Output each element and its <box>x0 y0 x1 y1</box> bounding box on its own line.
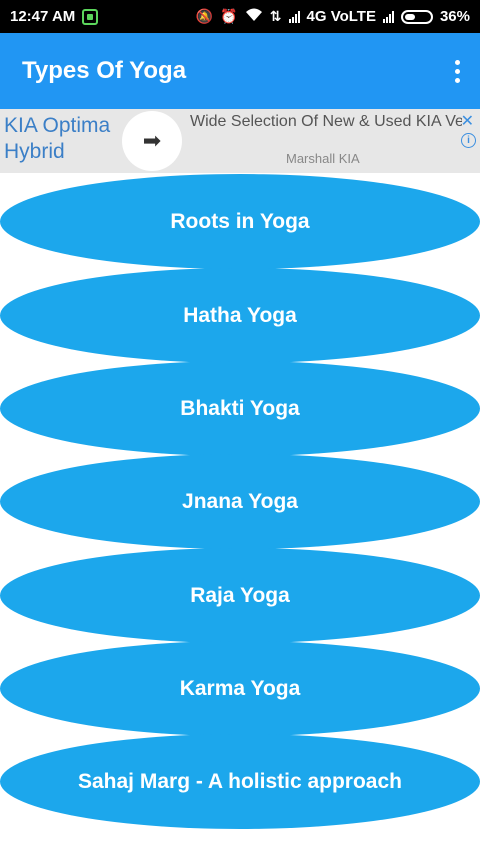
close-icon[interactable]: ✕ <box>461 111 474 131</box>
page-title: Types Of Yoga <box>22 57 187 84</box>
overflow-menu-icon[interactable] <box>449 52 466 91</box>
yoga-button-hatha[interactable]: Hatha Yoga <box>0 268 480 363</box>
mute-icon: 🔕 <box>195 8 214 24</box>
alarm-icon: ⏰ <box>220 8 238 24</box>
status-left: 12:47 AM <box>10 8 99 25</box>
data-transfer-icon: ⇅ <box>269 8 282 24</box>
yoga-button-karma[interactable]: Karma Yoga <box>0 641 480 736</box>
yoga-button-jnana[interactable]: Jnana Yoga <box>0 454 480 549</box>
ad-banner[interactable]: KIA Optima Hybrid ➡ Wide Selection Of Ne… <box>0 109 480 173</box>
signal-icon <box>382 10 394 23</box>
yoga-button-roots[interactable]: Roots in Yoga <box>0 174 480 269</box>
network-type: 4G VoLTE <box>306 8 376 25</box>
wifi-icon <box>245 8 263 25</box>
battery-level: 36% <box>439 8 470 25</box>
app-notification-icon <box>82 8 99 25</box>
info-icon[interactable]: i <box>461 133 476 148</box>
yoga-button-raja[interactable]: Raja Yoga <box>0 548 480 643</box>
arrow-right-icon: ➡ <box>142 128 162 153</box>
status-bar: 12:47 AM 🔕 ⏰ ⇅ 4G VoLTE 36% <box>0 0 480 33</box>
battery-icon <box>400 9 433 24</box>
status-time: 12:47 AM <box>10 8 76 25</box>
yoga-button-bhakti[interactable]: Bhakti Yoga <box>0 361 480 456</box>
app-bar: Types Of Yoga <box>0 33 480 109</box>
ad-description[interactable]: Wide Selection Of New & Used KIA Vehicle… <box>190 111 462 132</box>
ad-title[interactable]: KIA Optima Hybrid <box>4 113 134 165</box>
yoga-button-sahaj-marg[interactable]: Sahaj Marg - A holistic approach <box>0 734 480 829</box>
ad-source: Marshall KIA <box>286 151 360 166</box>
ad-arrow-button[interactable]: ➡ <box>122 111 182 171</box>
signal-icon <box>288 10 300 23</box>
status-right: 🔕 ⏰ ⇅ 4G VoLTE 36% <box>196 8 470 25</box>
